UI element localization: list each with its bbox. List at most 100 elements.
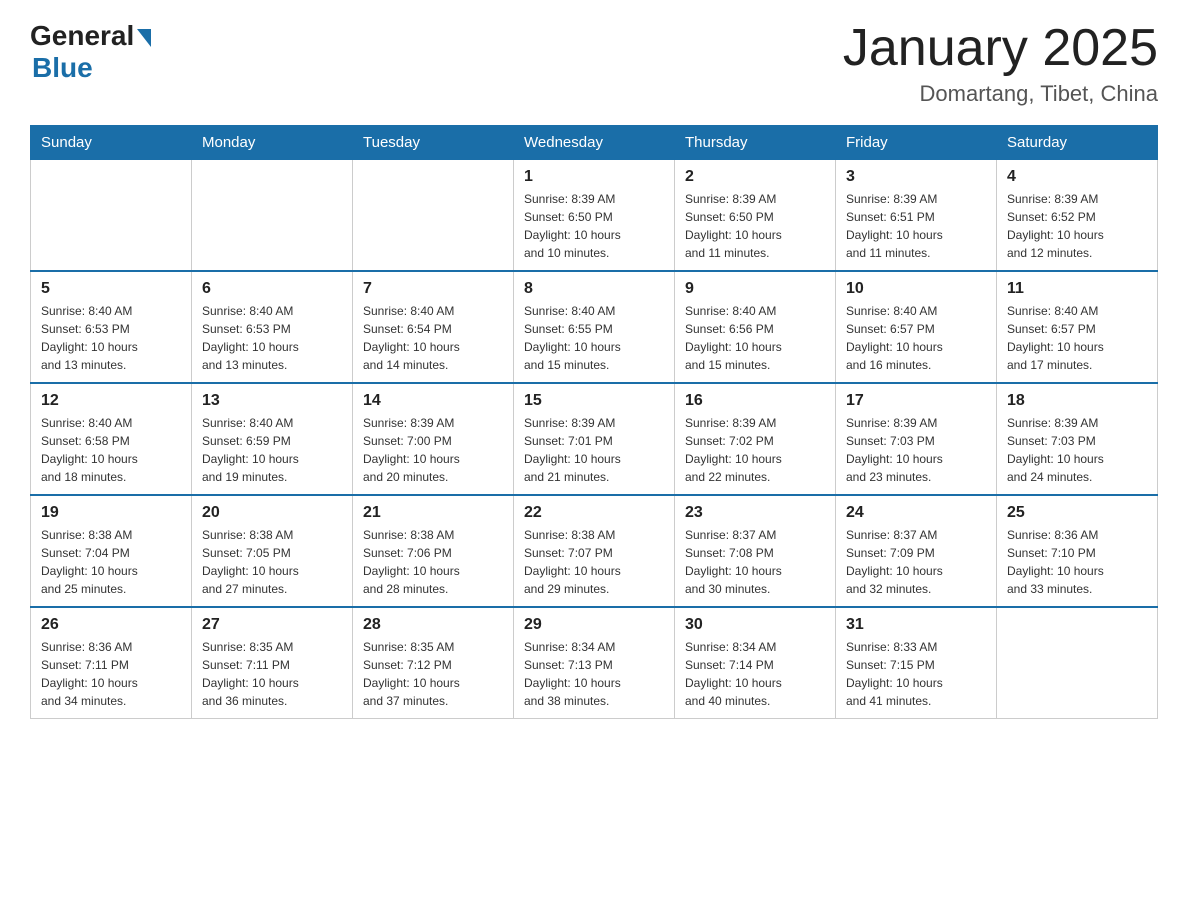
calendar-cell: 11 Sunrise: 8:40 AMSunset: 6:57 PMDayligh… <box>997 271 1158 383</box>
day-info: Sunrise: 8:33 AMSunset: 7:15 PMDaylight:… <box>846 638 986 710</box>
calendar-cell: 27 Sunrise: 8:35 AMSunset: 7:11 PMDayligh… <box>192 607 353 719</box>
day-number: 31 <box>846 616 986 634</box>
calendar-cell: 26Sunrise: 8:36 AMSunset: 7:11 PMDayligh… <box>31 607 192 719</box>
page-header: General Blue January 2025 Domartang, Tib… <box>30 20 1158 107</box>
column-header-monday: Monday <box>192 126 353 160</box>
column-header-sunday: Sunday <box>31 126 192 160</box>
calendar-cell: 4 Sunrise: 8:39 AMSunset: 6:52 PMDaylight… <box>997 160 1158 272</box>
location-text: Domartang, Tibet, China <box>843 81 1158 107</box>
day-number: 6 <box>202 280 342 298</box>
calendar-cell: 10Sunrise: 8:40 AMSunset: 6:57 PMDayligh… <box>836 271 997 383</box>
logo: General Blue <box>30 20 151 84</box>
day-number: 23 <box>685 504 825 522</box>
day-info: Sunrise: 8:38 AMSunset: 7:07 PMDaylight:… <box>524 526 664 598</box>
day-number: 3 <box>846 168 986 186</box>
day-number: 14 <box>363 392 503 410</box>
calendar-cell: 21Sunrise: 8:38 AMSunset: 7:06 PMDayligh… <box>353 495 514 607</box>
calendar-week-4: 19Sunrise: 8:38 AMSunset: 7:04 PMDayligh… <box>31 495 1158 607</box>
day-number: 27 <box>202 616 342 634</box>
calendar-cell: 23 Sunrise: 8:37 AMSunset: 7:08 PMDayligh… <box>675 495 836 607</box>
column-header-wednesday: Wednesday <box>514 126 675 160</box>
day-info: Sunrise: 8:35 AMSunset: 7:12 PMDaylight:… <box>363 638 503 710</box>
day-number: 16 <box>685 392 825 410</box>
day-number: 15 <box>524 392 664 410</box>
calendar-cell: 29 Sunrise: 8:34 AMSunset: 7:13 PMDayligh… <box>514 607 675 719</box>
calendar-week-3: 12 Sunrise: 8:40 AMSunset: 6:58 PMDayligh… <box>31 383 1158 495</box>
day-info: Sunrise: 8:39 AMSunset: 6:52 PMDaylight:… <box>1007 190 1147 262</box>
day-info: Sunrise: 8:37 AMSunset: 7:09 PMDaylight:… <box>846 526 986 598</box>
day-info: Sunrise: 8:39 AMSunset: 7:00 PMDaylight:… <box>363 414 503 486</box>
calendar-cell: 31 Sunrise: 8:33 AMSunset: 7:15 PMDayligh… <box>836 607 997 719</box>
day-info: Sunrise: 8:40 AMSunset: 6:54 PMDaylight:… <box>363 302 503 374</box>
day-info: Sunrise: 8:40 AMSunset: 6:59 PMDaylight:… <box>202 414 342 486</box>
day-number: 2 <box>685 168 825 186</box>
calendar-cell: 28 Sunrise: 8:35 AMSunset: 7:12 PMDayligh… <box>353 607 514 719</box>
day-info: Sunrise: 8:35 AMSunset: 7:11 PMDaylight:… <box>202 638 342 710</box>
day-info: Sunrise: 8:39 AMSunset: 7:03 PMDaylight:… <box>1007 414 1147 486</box>
day-info: Sunrise: 8:36 AMSunset: 7:10 PMDaylight:… <box>1007 526 1147 598</box>
day-info: Sunrise: 8:39 AMSunset: 7:02 PMDaylight:… <box>685 414 825 486</box>
calendar-cell <box>997 607 1158 719</box>
calendar-cell: 20Sunrise: 8:38 AMSunset: 7:05 PMDayligh… <box>192 495 353 607</box>
day-number: 13 <box>202 392 342 410</box>
title-block: January 2025 Domartang, Tibet, China <box>843 20 1158 107</box>
day-info: Sunrise: 8:34 AMSunset: 7:13 PMDaylight:… <box>524 638 664 710</box>
logo-arrow-icon <box>137 29 151 47</box>
day-info: Sunrise: 8:38 AMSunset: 7:06 PMDaylight:… <box>363 526 503 598</box>
day-number: 9 <box>685 280 825 298</box>
calendar-week-1: 1 Sunrise: 8:39 AMSunset: 6:50 PMDaylight… <box>31 160 1158 272</box>
day-number: 24 <box>846 504 986 522</box>
day-info: Sunrise: 8:40 AMSunset: 6:55 PMDaylight:… <box>524 302 664 374</box>
day-info: Sunrise: 8:39 AMSunset: 6:50 PMDaylight:… <box>685 190 825 262</box>
day-info: Sunrise: 8:39 AMSunset: 7:03 PMDaylight:… <box>846 414 986 486</box>
calendar-cell: 19Sunrise: 8:38 AMSunset: 7:04 PMDayligh… <box>31 495 192 607</box>
day-number: 25 <box>1007 504 1147 522</box>
calendar-cell: 14 Sunrise: 8:39 AMSunset: 7:00 PMDayligh… <box>353 383 514 495</box>
day-info: Sunrise: 8:40 AMSunset: 6:53 PMDaylight:… <box>41 302 181 374</box>
calendar-cell: 5 Sunrise: 8:40 AMSunset: 6:53 PMDaylight… <box>31 271 192 383</box>
calendar-week-2: 5 Sunrise: 8:40 AMSunset: 6:53 PMDaylight… <box>31 271 1158 383</box>
calendar-cell: 2 Sunrise: 8:39 AMSunset: 6:50 PMDaylight… <box>675 160 836 272</box>
day-info: Sunrise: 8:40 AMSunset: 6:57 PMDaylight:… <box>846 302 986 374</box>
calendar-header-row: SundayMondayTuesdayWednesdayThursdayFrid… <box>31 126 1158 160</box>
calendar-cell: 15Sunrise: 8:39 AMSunset: 7:01 PMDayligh… <box>514 383 675 495</box>
calendar-cell: 18 Sunrise: 8:39 AMSunset: 7:03 PMDayligh… <box>997 383 1158 495</box>
day-number: 12 <box>41 392 181 410</box>
day-info: Sunrise: 8:37 AMSunset: 7:08 PMDaylight:… <box>685 526 825 598</box>
day-info: Sunrise: 8:38 AMSunset: 7:05 PMDaylight:… <box>202 526 342 598</box>
calendar-cell: 7 Sunrise: 8:40 AMSunset: 6:54 PMDaylight… <box>353 271 514 383</box>
column-header-tuesday: Tuesday <box>353 126 514 160</box>
column-header-saturday: Saturday <box>997 126 1158 160</box>
day-number: 7 <box>363 280 503 298</box>
day-number: 29 <box>524 616 664 634</box>
calendar-cell: 24 Sunrise: 8:37 AMSunset: 7:09 PMDayligh… <box>836 495 997 607</box>
day-number: 30 <box>685 616 825 634</box>
calendar-cell: 25 Sunrise: 8:36 AMSunset: 7:10 PMDayligh… <box>997 495 1158 607</box>
day-info: Sunrise: 8:40 AMSunset: 6:57 PMDaylight:… <box>1007 302 1147 374</box>
column-header-friday: Friday <box>836 126 997 160</box>
calendar-table: SundayMondayTuesdayWednesdayThursdayFrid… <box>30 125 1158 719</box>
day-info: Sunrise: 8:40 AMSunset: 6:58 PMDaylight:… <box>41 414 181 486</box>
logo-blue-text: Blue <box>32 52 93 84</box>
day-number: 5 <box>41 280 181 298</box>
day-info: Sunrise: 8:40 AMSunset: 6:53 PMDaylight:… <box>202 302 342 374</box>
calendar-week-5: 26Sunrise: 8:36 AMSunset: 7:11 PMDayligh… <box>31 607 1158 719</box>
month-title: January 2025 <box>843 20 1158 77</box>
day-info: Sunrise: 8:38 AMSunset: 7:04 PMDaylight:… <box>41 526 181 598</box>
day-info: Sunrise: 8:40 AMSunset: 6:56 PMDaylight:… <box>685 302 825 374</box>
day-number: 18 <box>1007 392 1147 410</box>
calendar-cell: 1Sunrise: 8:39 AMSunset: 6:50 PMDaylight… <box>514 160 675 272</box>
calendar-cell: 16 Sunrise: 8:39 AMSunset: 7:02 PMDayligh… <box>675 383 836 495</box>
logo-general-text: General <box>30 20 134 52</box>
day-number: 22 <box>524 504 664 522</box>
day-number: 4 <box>1007 168 1147 186</box>
calendar-cell: 8 Sunrise: 8:40 AMSunset: 6:55 PMDaylight… <box>514 271 675 383</box>
day-info: Sunrise: 8:36 AMSunset: 7:11 PMDaylight:… <box>41 638 181 710</box>
day-info: Sunrise: 8:39 AMSunset: 6:51 PMDaylight:… <box>846 190 986 262</box>
calendar-cell: 3 Sunrise: 8:39 AMSunset: 6:51 PMDaylight… <box>836 160 997 272</box>
day-number: 1 <box>524 168 664 186</box>
day-number: 11 <box>1007 280 1147 298</box>
day-number: 8 <box>524 280 664 298</box>
day-number: 28 <box>363 616 503 634</box>
column-header-thursday: Thursday <box>675 126 836 160</box>
